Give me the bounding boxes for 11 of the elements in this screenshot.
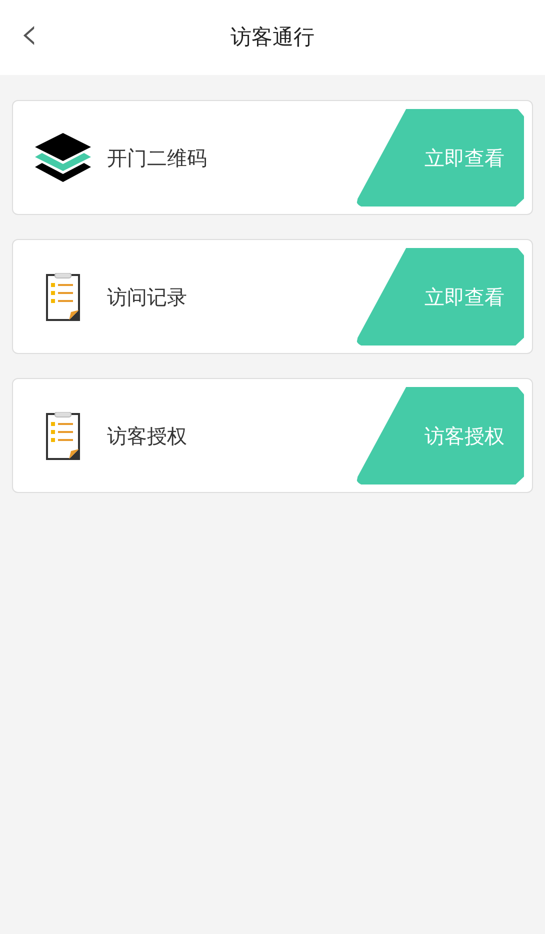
back-button[interactable]: ‹	[14, 12, 44, 54]
clipboard-icon	[46, 272, 80, 320]
view-button[interactable]: 立即查看	[356, 248, 524, 346]
page-title: 访客通行	[230, 24, 314, 51]
entry-label: 开门二维码	[107, 144, 208, 172]
view-button[interactable]: 访客授权	[356, 386, 524, 484]
view-button[interactable]: 立即查看	[356, 108, 524, 206]
layers-icon	[34, 132, 92, 182]
entry-label: 访客授权	[107, 422, 188, 450]
entry-label: 访问记录	[107, 284, 188, 310]
clipboard-icon	[46, 412, 80, 460]
